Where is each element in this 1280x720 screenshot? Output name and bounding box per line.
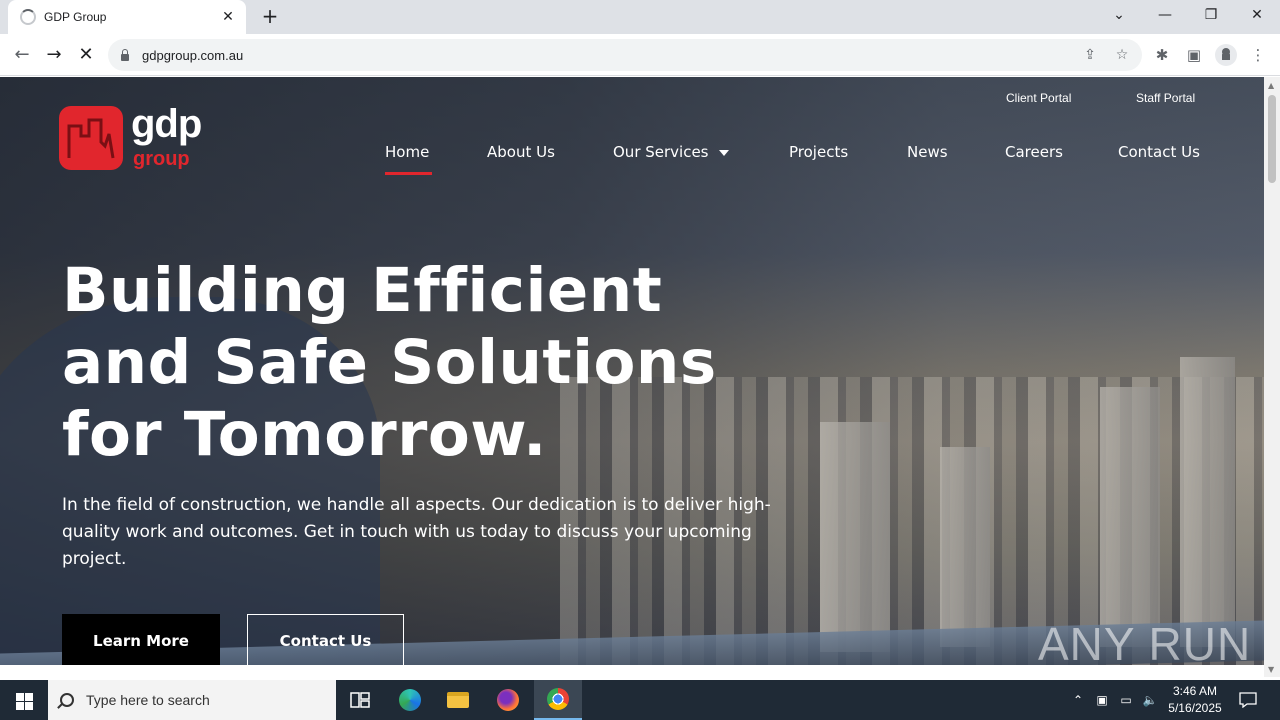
lock-icon[interactable] [120, 49, 130, 61]
hero-subtext: In the field of construction, we handle … [62, 495, 771, 569]
meet-now-icon[interactable]: ▣ [1092, 680, 1112, 720]
building-image [1180, 357, 1235, 647]
url-text[interactable]: gdpgroup.com.au [142, 48, 243, 63]
scroll-down-icon[interactable]: ▼ [1268, 665, 1274, 674]
scrollbar-thumb[interactable] [1268, 95, 1276, 183]
watermark-logo: ANY RUN [1038, 618, 1252, 665]
clock-date: 5/16/2025 [1168, 701, 1222, 715]
notifications-icon[interactable] [1236, 680, 1260, 720]
edge-icon[interactable] [386, 680, 434, 720]
hero-headline: Building Efficient and Safe Solutions fo… [62, 255, 717, 471]
nav-home[interactable]: Home [385, 143, 429, 161]
nav-our-services[interactable]: Our Services [613, 143, 729, 161]
new-tab-button[interactable]: + [258, 5, 282, 29]
building-image [820, 422, 890, 652]
contact-us-button[interactable]: Contact Us [247, 614, 404, 665]
taskbar-clock[interactable]: 3:46 AM 5/16/2025 [1160, 683, 1230, 717]
close-tab-icon[interactable]: ✕ [220, 9, 236, 25]
chevron-up-icon[interactable]: ⌃ [1068, 680, 1088, 720]
nav-projects[interactable]: Projects [789, 143, 848, 161]
loading-spinner-icon [20, 9, 36, 25]
close-window-button[interactable]: ✕ [1234, 0, 1280, 30]
search-icon [60, 693, 74, 707]
search-placeholder: Type here to search [86, 692, 210, 708]
windows-taskbar: Type here to search ⌃ ▣ ▭ 🔈 3:46 AM 5/16… [0, 680, 1280, 720]
taskbar-search[interactable]: Type here to search [48, 680, 336, 720]
nav-careers[interactable]: Careers [1005, 143, 1063, 161]
headline-line: Building Efficient [62, 255, 663, 326]
file-explorer-icon[interactable] [434, 680, 482, 720]
extensions-icon[interactable]: ✱ [1152, 45, 1172, 65]
start-button[interactable] [0, 680, 48, 720]
clock-time: 3:46 AM [1172, 684, 1218, 698]
tab-title: GDP Group [44, 10, 107, 24]
firefox-icon[interactable] [484, 680, 532, 720]
chrome-icon[interactable] [534, 680, 582, 720]
browser-tab[interactable]: GDP Group ✕ [8, 0, 246, 34]
nav-our-services-label: Our Services [613, 143, 709, 161]
share-icon[interactable]: ⇪ [1080, 45, 1100, 65]
client-portal-link[interactable]: Client Portal [1006, 91, 1071, 105]
minimize-button[interactable]: — [1142, 0, 1188, 30]
staff-portal-link[interactable]: Staff Portal [1136, 91, 1195, 105]
tab-strip: GDP Group ✕ + ⌄ — ❐ ✕ [0, 0, 1280, 34]
building-image [940, 447, 990, 647]
restore-button[interactable]: ❐ [1188, 0, 1234, 30]
side-panel-icon[interactable]: ▣ [1184, 45, 1204, 65]
nav-contact-us[interactable]: Contact Us [1118, 143, 1200, 161]
nav-about-us[interactable]: About Us [487, 143, 555, 161]
chevron-down-icon [718, 149, 729, 156]
address-bar[interactable]: gdpgroup.com.au ⇪ ☆ [108, 39, 1142, 71]
building-image [1100, 387, 1160, 647]
nav-news[interactable]: News [907, 143, 948, 161]
task-view-icon[interactable] [336, 680, 384, 720]
headline-line: and Safe Solutions [62, 327, 717, 398]
logo-secondary-text: group [133, 148, 190, 170]
back-button[interactable]: ← [8, 41, 36, 69]
menu-icon[interactable]: ⋮ [1248, 45, 1268, 65]
network-icon[interactable]: ▭ [1116, 680, 1136, 720]
profile-avatar[interactable] [1215, 44, 1237, 66]
scroll-up-icon[interactable]: ▲ [1268, 81, 1274, 90]
logo-primary-text: gdp [131, 102, 202, 146]
browser-toolbar: ← → ✕ gdpgroup.com.au ⇪ ☆ ✱ ▣ ⋮ [0, 34, 1280, 76]
tab-search-icon[interactable]: ⌄ [1096, 0, 1142, 30]
forward-button[interactable]: → [40, 41, 68, 69]
page-viewport: gdp group Client Portal Staff Portal Hom… [0, 77, 1264, 665]
headline-line: for Tomorrow. [62, 399, 547, 470]
bookmark-star-icon[interactable]: ☆ [1112, 45, 1132, 65]
volume-icon[interactable]: 🔈 [1140, 680, 1160, 720]
stop-loading-button[interactable]: ✕ [72, 41, 100, 69]
learn-more-button[interactable]: Learn More [62, 614, 220, 665]
page-scrollbar[interactable]: ▲ ▼ [1264, 77, 1280, 677]
nav-active-indicator [385, 172, 432, 175]
site-logo[interactable]: gdp group [59, 102, 211, 176]
logo-mark-icon [59, 106, 123, 170]
